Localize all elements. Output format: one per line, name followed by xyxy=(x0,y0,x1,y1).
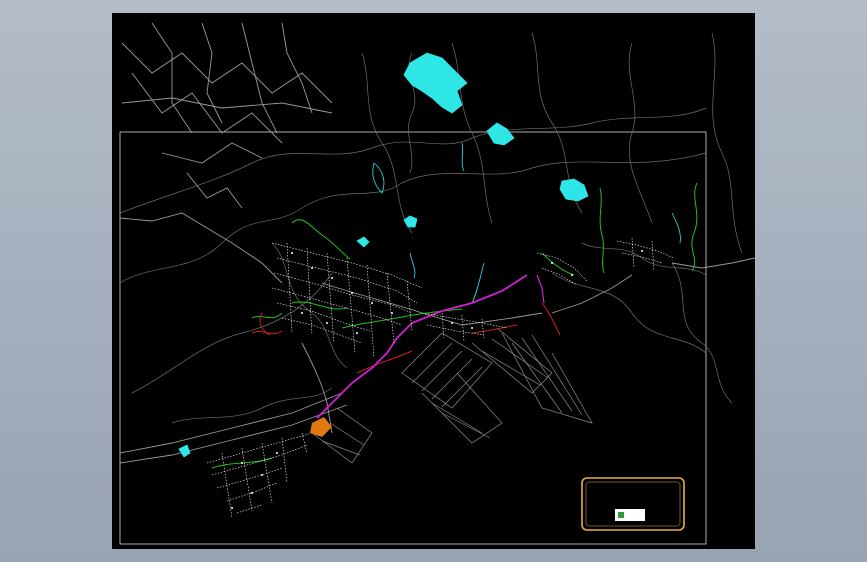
logo-icon xyxy=(618,512,624,518)
cad-drawing-viewport[interactable] xyxy=(112,13,755,549)
highlight-parcel xyxy=(310,417,332,437)
title-block xyxy=(581,477,685,531)
settlement-cluster-east xyxy=(536,237,675,286)
cad-map xyxy=(119,22,755,545)
industrial-grid xyxy=(311,327,593,464)
red-pipelines xyxy=(251,302,561,374)
settlement-cluster-south xyxy=(206,432,313,519)
network-nodes xyxy=(231,250,643,509)
magenta-trunk-line xyxy=(316,274,545,419)
water-bodies xyxy=(178,52,681,458)
